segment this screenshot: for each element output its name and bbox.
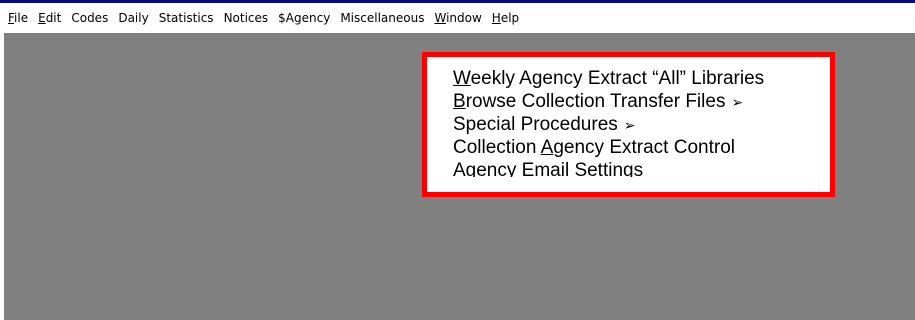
menu-statistics-label: Statistics (158, 11, 214, 25)
menu-help-label: elp (500, 11, 520, 25)
menu-statistics[interactable]: Statistics (155, 11, 220, 25)
submenu-item-text: Special Procedures (453, 114, 618, 135)
menu-codes[interactable]: Codes (67, 11, 114, 25)
submenu-item-text: gency Extract Control (553, 137, 735, 158)
submenu-special-procedures[interactable]: Special Procedures ➢ (453, 113, 764, 136)
menu-miscellaneous[interactable]: Miscellaneous (336, 11, 430, 25)
menu-agency-label: $Agency (278, 11, 331, 25)
menu-file[interactable]: File (4, 11, 34, 25)
submenu-agency-email-settings[interactable]: Agency Email Settings (453, 159, 764, 177)
agency-submenu-panel: Weekly Agency Extract “All” Libraries Br… (422, 52, 835, 197)
submenu-item-accel: B (453, 91, 466, 112)
menu-window-label: indow (446, 11, 482, 25)
menu-window-accel: W (434, 11, 447, 25)
menu-help-accel: H (491, 11, 501, 25)
submenu-weekly-agency-extract[interactable]: Weekly Agency Extract “All” Libraries (453, 67, 764, 90)
menu-daily[interactable]: Daily (114, 11, 154, 25)
submenu-item-accel: A (540, 137, 554, 158)
submenu-item-text: Agency Email Settings (453, 160, 644, 177)
menu-codes-label: Codes (71, 11, 109, 25)
menu-help[interactable]: Help (488, 11, 525, 25)
submenu-item-text: rowse Collection Transfer Files (465, 91, 726, 112)
menu-notices[interactable]: Notices (220, 11, 275, 25)
submenu-collection-agency-extract-control[interactable]: Collection Agency Extract Control (453, 136, 764, 159)
submenu-arrow-icon: ➢ (623, 117, 636, 133)
agency-submenu-list: Weekly Agency Extract “All” Libraries Br… (453, 67, 764, 177)
submenu-item-text: eekly Agency Extract “All” Libraries (470, 68, 765, 89)
submenu-arrow-icon: ➢ (731, 94, 744, 110)
menu-edit[interactable]: Edit (34, 11, 67, 25)
application-window: File Edit Codes Daily Statistics Notices… (0, 0, 915, 320)
menu-notices-label: Notices (223, 11, 269, 25)
submenu-item-text: Collection (453, 137, 541, 158)
menu-daily-label: Daily (118, 11, 149, 25)
menu-window[interactable]: Window (430, 11, 487, 25)
menu-agency[interactable]: $Agency (274, 11, 336, 25)
menu-file-label: ile (14, 11, 29, 25)
submenu-item-accel: W (453, 68, 471, 89)
menu-edit-accel: E (38, 11, 46, 25)
submenu-browse-collection-transfer-files[interactable]: Browse Collection Transfer Files ➢ (453, 90, 764, 113)
menu-bar: File Edit Codes Daily Statistics Notices… (4, 3, 525, 33)
menu-edit-label: dit (45, 11, 62, 25)
menu-miscellaneous-label: Miscellaneous (340, 11, 425, 25)
